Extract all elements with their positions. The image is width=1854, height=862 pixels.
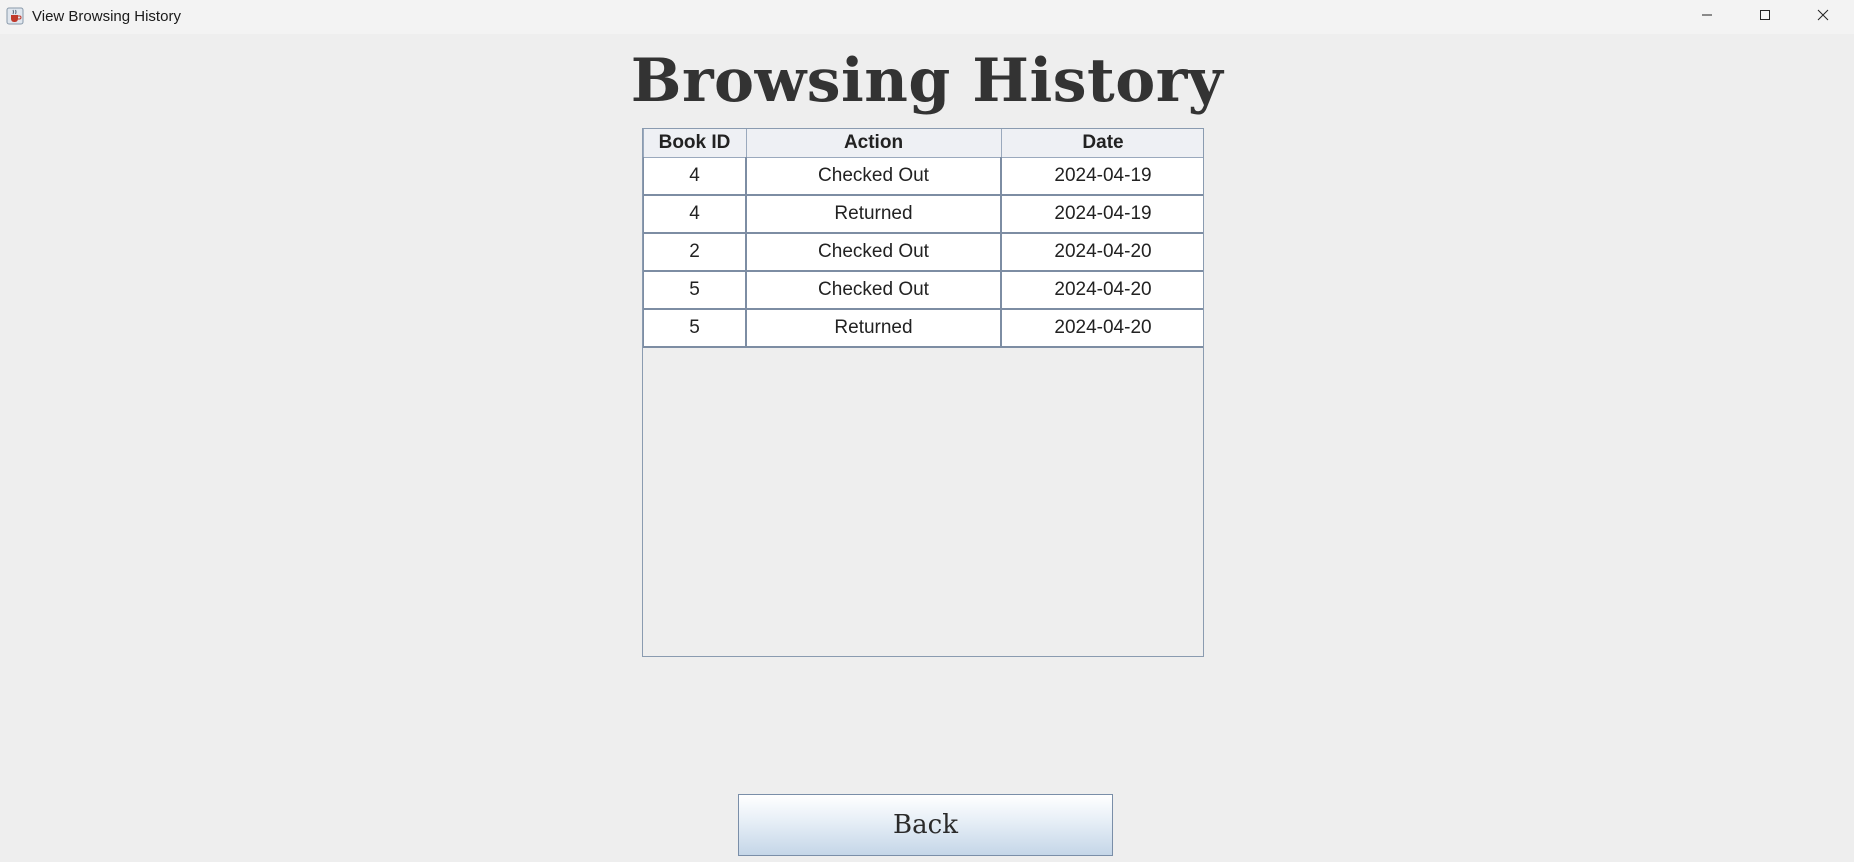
maximize-icon — [1759, 8, 1771, 26]
history-table: Book ID Action Date 4 Checked Out 2024-0… — [643, 129, 1203, 348]
table-row[interactable]: 4 Checked Out 2024-04-19 — [643, 157, 1203, 196]
java-cup-icon — [6, 7, 24, 25]
cell-date[interactable]: 2024-04-19 — [1000, 157, 1203, 196]
cell-action[interactable]: Returned — [745, 308, 1002, 348]
table-row[interactable]: 5 Checked Out 2024-04-20 — [643, 270, 1203, 310]
column-header-date[interactable]: Date — [1000, 129, 1203, 158]
column-header-action[interactable]: Action — [745, 129, 1002, 158]
cell-date[interactable]: 2024-04-19 — [1000, 194, 1203, 234]
page-title: Browsing History — [630, 46, 1224, 116]
cell-book-id[interactable]: 4 — [643, 157, 747, 196]
table-header-row: Book ID Action Date — [643, 129, 1203, 158]
minimize-button[interactable] — [1678, 0, 1736, 34]
back-button[interactable]: Back — [738, 794, 1113, 856]
table-row[interactable]: 2 Checked Out 2024-04-20 — [643, 232, 1203, 272]
close-icon — [1817, 8, 1829, 26]
table-row[interactable]: 5 Returned 2024-04-20 — [643, 308, 1203, 348]
app-window: View Browsing History Browsing History B… — [0, 0, 1854, 862]
cell-book-id[interactable]: 5 — [643, 270, 747, 310]
cell-date[interactable]: 2024-04-20 — [1000, 308, 1203, 348]
title-bar[interactable]: View Browsing History — [0, 0, 1854, 34]
cell-action[interactable]: Returned — [745, 194, 1002, 234]
cell-action[interactable]: Checked Out — [745, 270, 1002, 310]
cell-action[interactable]: Checked Out — [745, 157, 1002, 196]
cell-book-id[interactable]: 2 — [643, 232, 747, 272]
maximize-button[interactable] — [1736, 0, 1794, 34]
column-header-book-id[interactable]: Book ID — [643, 129, 747, 158]
cell-action[interactable]: Checked Out — [745, 232, 1002, 272]
cell-book-id[interactable]: 5 — [643, 308, 747, 348]
cell-date[interactable]: 2024-04-20 — [1000, 232, 1203, 272]
cell-book-id[interactable]: 4 — [643, 194, 747, 234]
cell-date[interactable]: 2024-04-20 — [1000, 270, 1203, 310]
minimize-icon — [1701, 8, 1713, 26]
history-table-scroll-pane[interactable]: Book ID Action Date 4 Checked Out 2024-0… — [642, 128, 1204, 657]
close-button[interactable] — [1794, 0, 1852, 34]
table-row[interactable]: 4 Returned 2024-04-19 — [643, 194, 1203, 234]
window-title: View Browsing History — [32, 8, 181, 25]
